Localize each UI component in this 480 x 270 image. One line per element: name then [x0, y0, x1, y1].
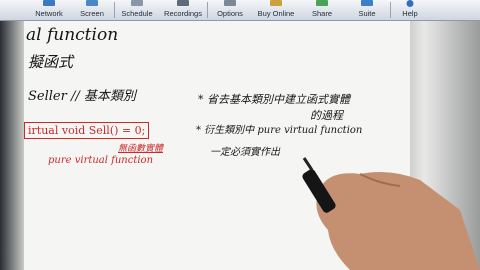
network-button[interactable]: Network	[28, 0, 70, 20]
schedule-button[interactable]: Schedule	[115, 0, 159, 20]
board-line-2: 擬函式	[28, 53, 74, 71]
screen-icon	[86, 0, 98, 6]
recordings-icon	[177, 0, 189, 6]
screen-button[interactable]: Screen	[70, 0, 114, 20]
schedule-icon	[131, 0, 143, 6]
board-line-1: al function	[26, 25, 119, 45]
suite-icon	[361, 0, 373, 6]
gear-icon	[224, 0, 236, 6]
recordings-button[interactable]: Recordings	[159, 0, 207, 20]
app-toolbar: Network Screen Schedule Recordings Optio…	[0, 0, 480, 21]
help-icon	[406, 0, 414, 7]
video-left-edge	[0, 21, 24, 270]
code-note-en: pure virtual function	[48, 155, 154, 166]
options-button[interactable]: Options	[208, 0, 252, 20]
note-2-line-b: 一定必須實作出	[210, 147, 280, 158]
buy-online-button[interactable]: Buy Online	[252, 0, 300, 20]
cart-icon	[270, 0, 282, 6]
note-1-line-a: * 省去基本類別中建立函式實體	[198, 93, 350, 106]
code-box: irtual void Sell() = 0;	[24, 122, 150, 139]
share-icon	[316, 0, 328, 6]
note-2-line-a: * 衍生類別中 pure virtual function	[196, 125, 363, 136]
share-button[interactable]: Share	[300, 0, 344, 20]
hand-with-pen-image	[302, 157, 480, 270]
board-line-3: Seller // 基本類別	[28, 89, 136, 104]
code-note-zh: 無函數實體	[118, 144, 164, 154]
help-button[interactable]: Help	[391, 0, 429, 20]
network-icon	[43, 0, 55, 6]
suite-button[interactable]: Suite	[344, 0, 390, 20]
